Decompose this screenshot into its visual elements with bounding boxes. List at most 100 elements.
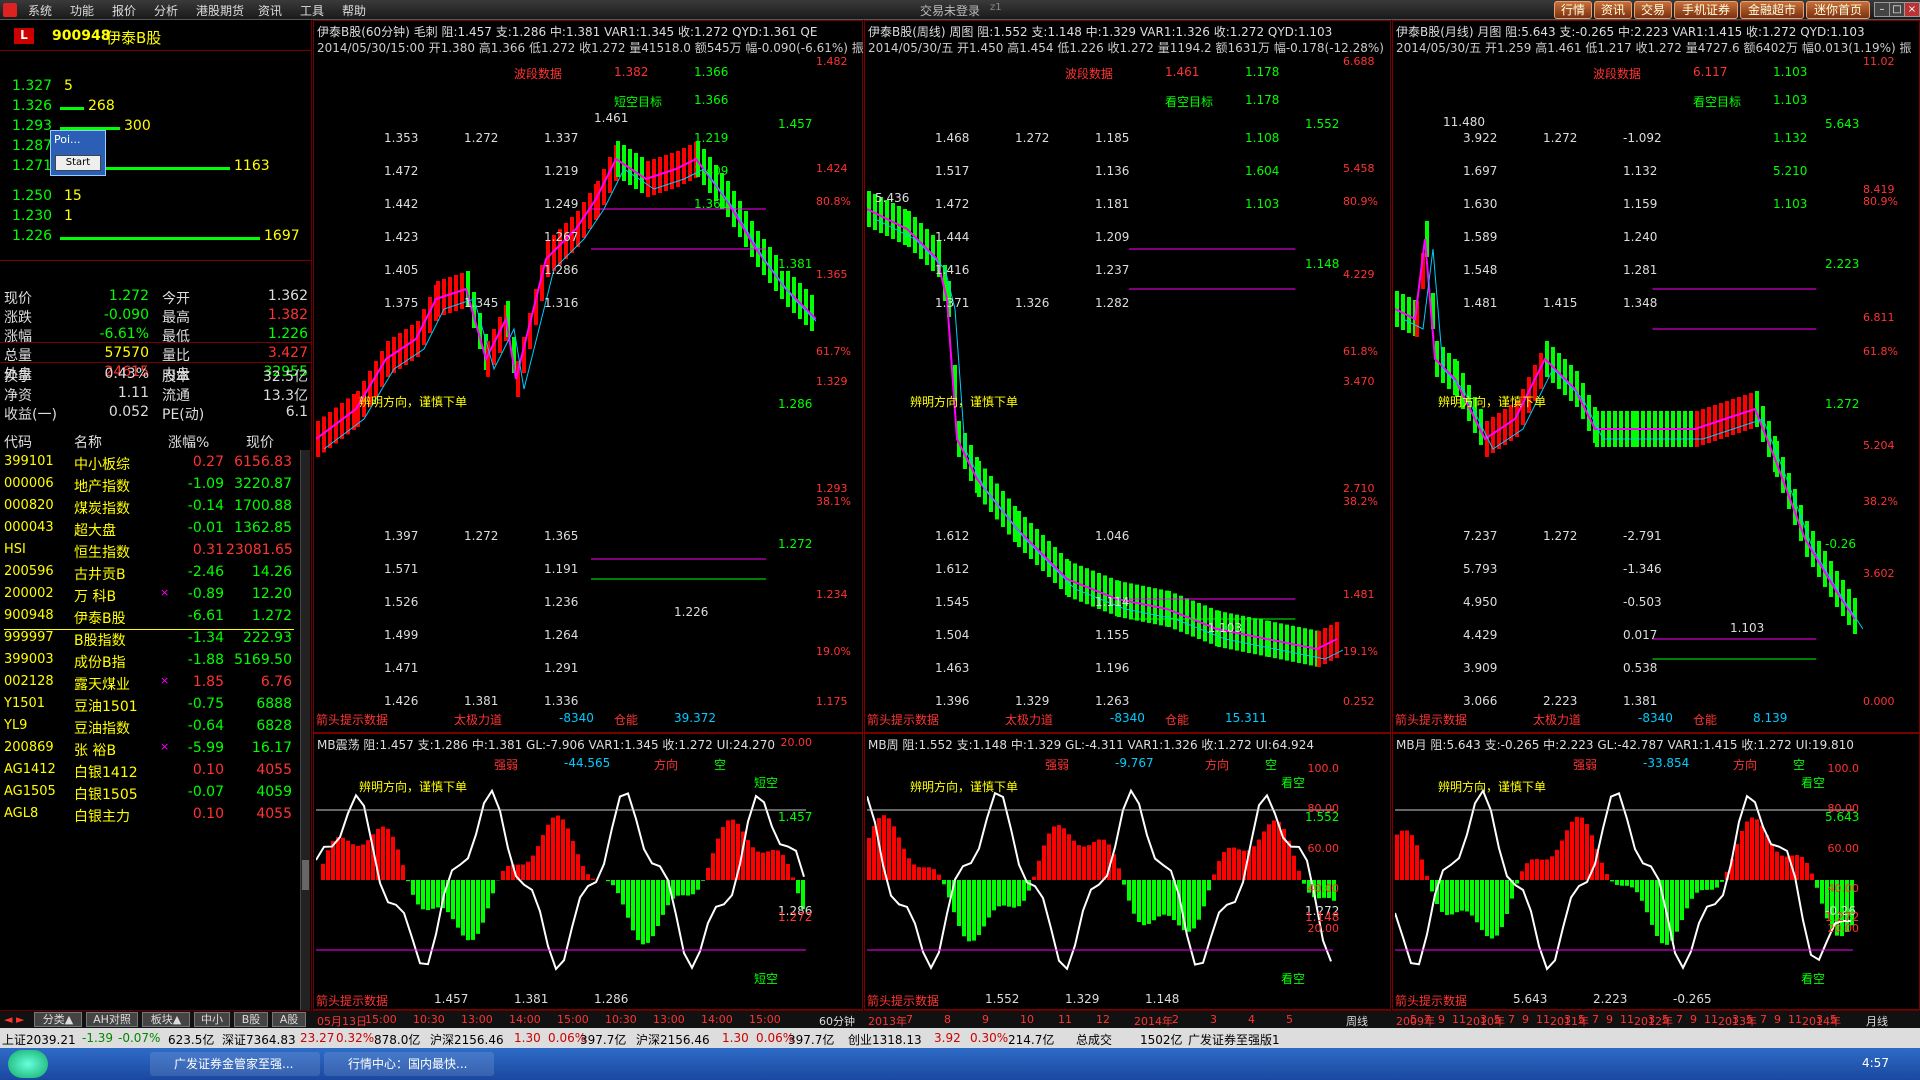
band-value: 1.272 — [1543, 131, 1578, 145]
indicator-bar — [616, 880, 620, 894]
menu-hk-futures[interactable]: 港股期货 — [196, 2, 244, 19]
indicator-bar — [1127, 880, 1131, 901]
list-item[interactable]: 200002 万 科B × -0.89 12.20 — [4, 586, 294, 608]
percent-axis-label: 80.9% — [1863, 195, 1898, 208]
menu-quote[interactable]: 报价 — [112, 2, 136, 19]
indicator-bar — [751, 847, 755, 880]
list-change: -6.61 — [187, 608, 224, 624]
indicator-bar — [1550, 856, 1554, 880]
scrollbar-thumb[interactable] — [302, 860, 309, 890]
indicator-footer: 2.223 — [1593, 992, 1628, 1006]
tab-market[interactable]: 行情 — [1554, 1, 1592, 19]
indicator-bar — [1117, 868, 1121, 880]
band-value: 1.263 — [1095, 694, 1130, 708]
list-scrollbar[interactable] — [300, 450, 310, 1020]
bottom-tab[interactable]: 分类▲ — [34, 1012, 82, 1027]
bottom-tab[interactable]: A股 — [272, 1012, 306, 1027]
menu-tools[interactable]: 工具 — [300, 2, 324, 19]
period-label: 周线 — [1346, 1015, 1368, 1028]
menu-analysis[interactable]: 分析 — [154, 2, 178, 19]
time-axis-label: 3 — [1210, 1013, 1217, 1026]
indicator-bar — [321, 863, 325, 880]
tab-mini-home[interactable]: 迷你首页 — [1806, 1, 1870, 19]
band-value: 0.538 — [1623, 661, 1658, 675]
start-button[interactable]: Start — [55, 155, 101, 171]
tab-finance-market[interactable]: 金融超市 — [1740, 1, 1804, 19]
col-code[interactable]: 代码 — [4, 432, 32, 452]
indicator-bar — [691, 880, 695, 895]
bottom-tab[interactable]: 中小 — [194, 1012, 230, 1027]
bottom-tab[interactable]: B股 — [234, 1012, 268, 1027]
list-item[interactable]: 999997 B股指数 -1.34 222.93 — [4, 630, 294, 652]
indicator-bar — [1710, 880, 1714, 890]
indicator-bar — [1495, 880, 1499, 936]
indicator-bar — [641, 880, 645, 945]
quote-key: 涨跌 — [4, 310, 32, 326]
tab-news[interactable]: 资讯 — [1594, 1, 1632, 19]
band-value: 1.272 — [1543, 529, 1578, 543]
indicator-chart-svg[interactable] — [867, 770, 1343, 990]
band-label: 1.382 — [614, 65, 649, 79]
indicator-bar — [656, 880, 660, 926]
list-name: 豆油指数 — [74, 721, 130, 737]
band-value: 1.249 — [544, 197, 579, 211]
list-item[interactable]: 000006 地产指数 -1.09 3220.87 — [4, 476, 294, 498]
band-value: 1.381 — [464, 694, 499, 708]
footer-label: 箭头提示数据 — [1395, 713, 1468, 727]
right-mark: 1.552 — [1305, 117, 1340, 131]
band-value: 1.286 — [544, 263, 579, 277]
indicator-bar — [1470, 880, 1474, 916]
tab-prev-icon[interactable]: ◄ ► — [4, 1013, 24, 1026]
panel-subtitle: 2014/05/30/15:00 开1.380 高1.366 低1.272 收1… — [317, 41, 864, 55]
tab-trade[interactable]: 交易 — [1634, 1, 1672, 19]
time-axis-label: 10 — [1020, 1013, 1034, 1026]
maximize-icon[interactable]: □ — [1889, 2, 1905, 17]
col-change[interactable]: 涨幅% — [168, 432, 209, 452]
list-item[interactable]: 000820 煤炭指数 -0.14 1700.88 — [4, 498, 294, 520]
indicator-bar — [1545, 859, 1549, 880]
close-icon[interactable]: × — [1904, 2, 1920, 17]
menu-system[interactable]: 系统 — [28, 2, 52, 19]
menu-help[interactable]: 帮助 — [342, 2, 366, 19]
list-item[interactable]: HSI 恒生指数 0.31 23081.65 — [4, 542, 294, 564]
list-item[interactable]: 002128 露天煤业 × 1.85 6.76 — [4, 674, 294, 696]
list-item[interactable]: AG1505 白银1505 -0.07 4059 — [4, 784, 294, 806]
list-price: 4059 — [256, 784, 292, 800]
time-axis-label: 5 — [1578, 1013, 1585, 1026]
list-item[interactable]: 399003 成份B指 -1.88 5169.50 — [4, 652, 294, 674]
indicator-bar — [711, 853, 715, 880]
price-axis-label: 1.234 — [816, 588, 848, 602]
bottom-tab[interactable]: 板块▲ — [142, 1012, 190, 1027]
point-popup[interactable]: Poi... Start — [50, 130, 106, 176]
task-market-center[interactable]: 行情中心：国内最快... — [324, 1052, 494, 1076]
tab-mobile-securities[interactable]: 手机证券 — [1674, 1, 1738, 19]
bottom-tab[interactable]: AH对照 — [86, 1012, 138, 1027]
list-item[interactable]: 399101 中小板综 0.27 6156.83 — [4, 454, 294, 476]
list-item[interactable]: 200596 古井贡B -2.46 14.26 — [4, 564, 294, 586]
col-name[interactable]: 名称 — [74, 432, 102, 452]
indicator-chart-svg[interactable] — [1395, 770, 1863, 990]
list-item[interactable]: 900948 伊泰B股 -6.61 1.272 — [4, 608, 294, 630]
time-axis-label: 12 — [1096, 1013, 1110, 1026]
list-item[interactable]: AGL8 白银主力 0.10 4055 — [4, 806, 294, 828]
indicator-bar — [1395, 834, 1399, 880]
list-item[interactable]: 200869 张 裕B × -5.99 16.17 — [4, 740, 294, 762]
list-item[interactable]: Y1501 豆油1501 -0.75 6888 — [4, 696, 294, 718]
indicator-chart-svg[interactable] — [316, 770, 816, 990]
band-value: 1.326 — [1015, 296, 1050, 310]
start-orb-icon[interactable] — [8, 1050, 48, 1078]
indicator-bar — [1062, 828, 1066, 880]
list-item[interactable]: AG1412 白银1412 0.10 4055 — [4, 762, 294, 784]
menu-function[interactable]: 功能 — [70, 2, 94, 19]
task-trading-app[interactable]: 广发证券金管家至强... — [150, 1052, 320, 1076]
col-price[interactable]: 现价 — [246, 432, 274, 452]
quote-key: 今开 — [162, 291, 190, 307]
band-value: 1.468 — [935, 131, 970, 145]
percent-axis-label: 38.2% — [1343, 495, 1378, 508]
list-item[interactable]: YL9 豆油指数 -0.64 6828 — [4, 718, 294, 740]
minimize-icon[interactable]: – — [1874, 2, 1890, 17]
price-axis-label: 1.175 — [816, 695, 848, 708]
list-code: 000043 — [4, 520, 54, 535]
list-item[interactable]: 000043 超大盘 -0.01 1362.85 — [4, 520, 294, 542]
menu-news[interactable]: 资讯 — [258, 2, 282, 19]
